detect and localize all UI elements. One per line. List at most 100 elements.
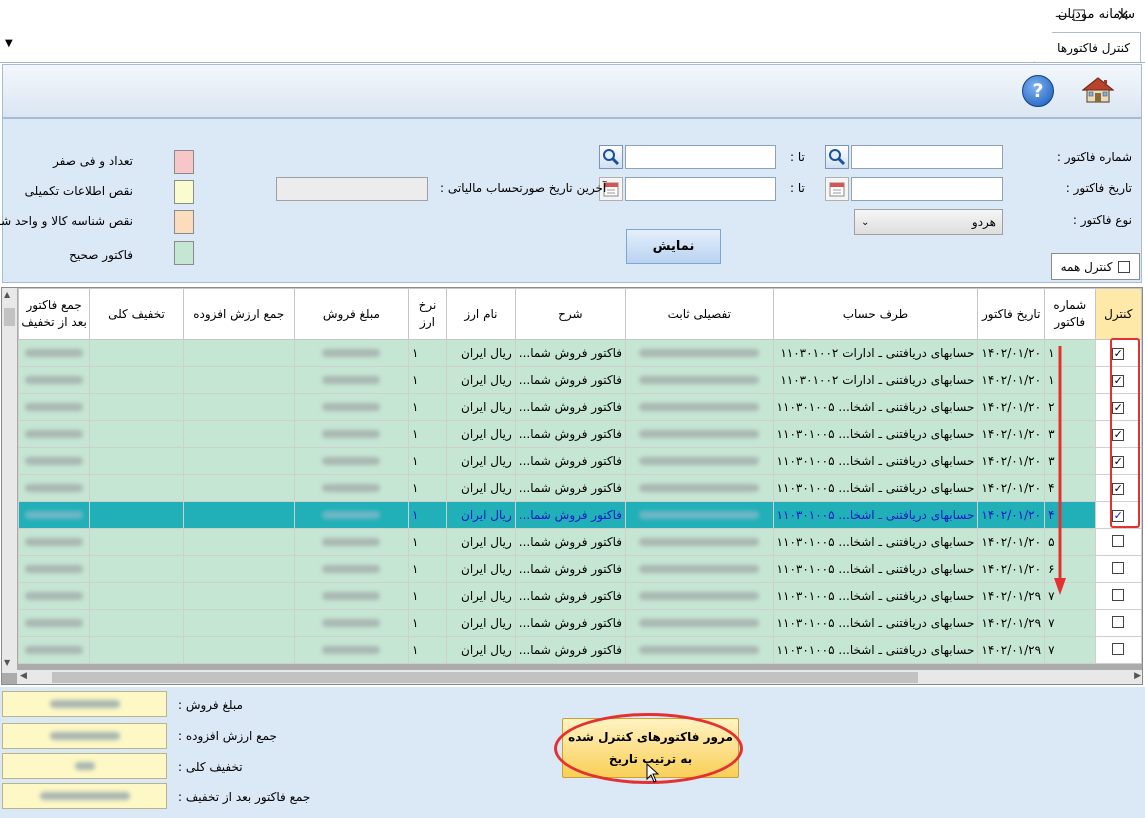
scroll-thumb[interactable] [52,672,918,683]
invoice-date-from-input[interactable] [851,177,1003,201]
table-row[interactable]: ۱ ریال ایران فاکتور فروش شما... حسابهای دری… [17,474,1142,502]
invoice-type-select[interactable]: ⌄ هردو [854,209,1003,235]
cell-invoice-date: ۱۴۰۲/۰۱/۲۹ [977,636,1046,664]
col-header-rate[interactable]: نرخ ارز [407,288,448,340]
col-header-detail[interactable]: تفصیلی ثابت [625,288,774,340]
cell-currency: ریال ایران [446,555,516,583]
cell-description: فاکتور فروش شما... [514,501,627,529]
col-header-invoice-date[interactable]: تاریخ فاکتور [977,288,1046,340]
cell-rate: ۱ [407,393,448,421]
invoice-date-to-input[interactable] [625,177,776,201]
chevron-down-icon: ⌄ [861,216,870,228]
cell-rate: ۱ [407,447,448,475]
col-header-description[interactable]: شرح [514,288,627,340]
help-icon[interactable]: ? [1022,75,1054,107]
cell-control[interactable] [1094,555,1142,583]
cell-invoice-date: ۱۴۰۲/۰۱/۲۰ [977,393,1046,421]
invoice-date-label: تاریخ فاکتور : [1065,181,1132,195]
table-row[interactable]: ۱ ریال ایران فاکتور فروش شما... حسابهای دری… [17,366,1142,394]
col-header-control[interactable]: کنترل [1094,288,1142,340]
cell-vat-total [182,555,295,583]
cell-account: حسابهای دریافتنی ـ اشخا... ۱۱۰۳۰۱۰۰۵ [772,447,979,475]
cell-currency: ریال ایران [446,528,516,556]
invoice-grid[interactable]: ▲ ▼ جمع فاکتور بعد از تخفیف تخفیف کلی جم… [1,287,1143,685]
cell-vat-total [182,609,295,637]
invoice-number-label: شماره فاکتور : [1056,150,1132,164]
table-row[interactable]: ۱ ریال ایران فاکتور فروش شما... حسابهای دری… [17,393,1142,421]
legend-swatch-zero [174,150,194,174]
table-row[interactable]: ۱ ریال ایران فاکتور فروش شما... حسابهای دری… [17,528,1142,556]
row-checkbox[interactable] [1112,615,1125,628]
cell-detail [625,555,774,583]
table-row[interactable]: ۱ ریال ایران فاکتور فروش شما... حسابهای دری… [17,636,1142,664]
invoice-number-from-input[interactable] [851,145,1003,169]
cell-control[interactable] [1094,582,1142,610]
cell-account: حسابهای دریافتنی ـ اشخا... ۱۱۰۳۰۱۰۰۵ [772,555,979,583]
cell-currency: ریال ایران [446,339,516,367]
cell-rate: ۱ [407,339,448,367]
cell-detail [625,636,774,664]
col-header-invoice-no[interactable]: شماره فاکتور [1044,288,1096,340]
cell-total-after [17,636,91,664]
cell-vat-total [182,366,295,394]
account-name: حسابهای دریافتنی ـ اشخا... [838,454,975,468]
table-row[interactable]: ۱ ریال ایران فاکتور فروش شما... حسابهای دری… [17,609,1142,637]
row-checkbox[interactable] [1112,561,1125,574]
cell-total-after [17,474,91,502]
table-row[interactable]: ۱ ریال ایران فاکتور فروش شما... حسابهای دری… [17,420,1142,448]
cell-control[interactable] [1094,609,1142,637]
cell-discount [89,366,184,394]
table-row[interactable]: ۱ ریال ایران فاکتور فروش شما... حسابهای دری… [17,501,1142,529]
vat-total-field [2,723,167,749]
account-name: حسابهای دریافتنی ـ اشخا... [838,562,975,576]
account-name: حسابهای دریافتنی ـ اشخا... [838,535,975,549]
row-checkbox[interactable] [1112,534,1125,547]
cell-discount [89,393,184,421]
cell-account: حسابهای دریافتنی ـ اشخا... ۱۱۰۳۰۱۰۰۵ [772,609,979,637]
table-row[interactable]: ۱ ریال ایران فاکتور فروش شما... حسابهای دری… [17,447,1142,475]
invoice-type-label: نوع فاکتور : [1072,213,1132,227]
account-code: ۱۱۰۳۰۱۰۰۵ [776,427,835,441]
row-checkbox[interactable] [1112,588,1125,601]
menu-dropdown-icon[interactable]: ▼ [5,38,13,49]
tab-strip: کنترل فاکتورها [0,30,1145,63]
control-all-checkbox[interactable]: کنترل همه [1051,253,1140,280]
calendar-icon[interactable] [825,177,849,201]
checkbox[interactable] [1118,260,1131,273]
cell-control[interactable] [1094,528,1142,556]
title-bar: سامانه مودیان — ☐ ✕ [0,0,1145,30]
cell-discount [89,474,184,502]
account-name: حسابهای دریافتنی ـ اشخا... [838,643,975,657]
col-header-discount[interactable]: تخفیف کلی [89,288,184,340]
col-header-total-after[interactable]: جمع فاکتور بعد از تخفیف [17,288,91,340]
cell-vat-total [182,474,295,502]
cell-detail [625,393,774,421]
close-button[interactable]: ✕ [1100,0,1145,30]
cell-invoice-date: ۱۴۰۲/۰۱/۲۰ [977,501,1046,529]
table-row[interactable]: ۱ ریال ایران فاکتور فروش شما... حسابهای دری… [17,339,1142,367]
col-header-account[interactable]: طرف حساب [772,288,979,340]
invoice-number-to-input[interactable] [625,145,776,169]
cell-currency: ریال ایران [446,447,516,475]
search-icon[interactable] [599,145,623,169]
search-icon[interactable] [825,145,849,169]
show-button[interactable]: نمایش [626,229,721,264]
table-row[interactable]: ۱ ریال ایران فاکتور فروش شما... حسابهای دری… [17,555,1142,583]
cell-control[interactable] [1094,636,1142,664]
col-header-sales-amount[interactable]: مبلغ فروش [293,288,409,340]
horizontal-scrollbar[interactable]: ◀ ▶ [17,670,1142,684]
col-header-currency[interactable]: نام ارز [446,288,516,340]
home-icon[interactable] [1082,76,1114,104]
tab-invoice-control[interactable]: کنترل فاکتورها [1034,32,1141,62]
col-header-vat-total[interactable]: جمع ارزش افزوده [182,288,295,340]
account-code: ۱۱۰۳۰۱۰۰۵ [776,643,835,657]
table-row[interactable]: ۱ ریال ایران فاکتور فروش شما... حسابهای دری… [17,582,1142,610]
row-checkbox[interactable] [1112,642,1125,655]
cell-description: فاکتور فروش شما... [514,636,627,664]
account-name: حسابهای دریافتنی ـ اشخا... [838,589,975,603]
legend-swatch-missing-id [174,210,194,234]
vertical-scrollbar[interactable]: ▲ ▼ [2,288,17,673]
cell-vat-total [182,528,295,556]
account-code: ۱۱۰۳۰۱۰۰۲ [780,346,839,360]
maximize-button[interactable]: ☐ [1056,0,1102,30]
